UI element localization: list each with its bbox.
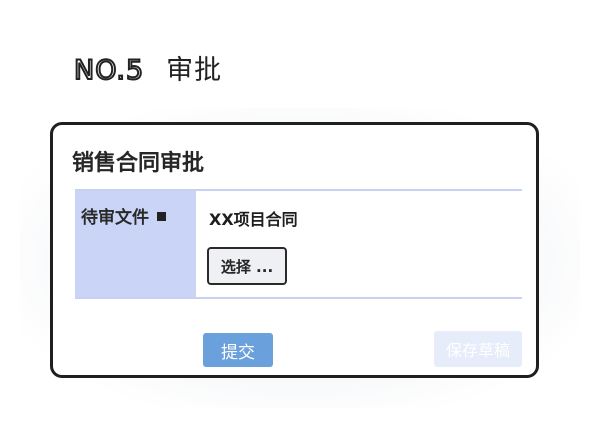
submit-button[interactable]: 提交: [203, 333, 273, 367]
form-label-cell: 待审文件: [75, 191, 196, 297]
card-title: 销售合同审批: [72, 151, 205, 176]
step-number: NO.5: [73, 54, 145, 87]
required-marker-icon: [157, 212, 166, 221]
choose-file-button[interactable]: 选择 ...: [207, 247, 287, 285]
save-draft-button[interactable]: 保存草稿: [434, 331, 522, 367]
step-heading: NO.5 审批: [73, 48, 223, 87]
form-value-cell: XX项目合同 选择 ...: [196, 191, 522, 297]
file-name: XX项目合同: [209, 210, 298, 229]
step-title: 审批: [166, 55, 223, 86]
approval-card: 销售合同审批 待审文件 XX项目合同 选择 ... 提交 保存草稿: [50, 122, 539, 378]
form-label: 待审文件: [81, 203, 166, 228]
form-label-text: 待审文件: [81, 208, 149, 228]
form-row-pending-file: 待审文件 XX项目合同 选择 ...: [75, 189, 522, 299]
